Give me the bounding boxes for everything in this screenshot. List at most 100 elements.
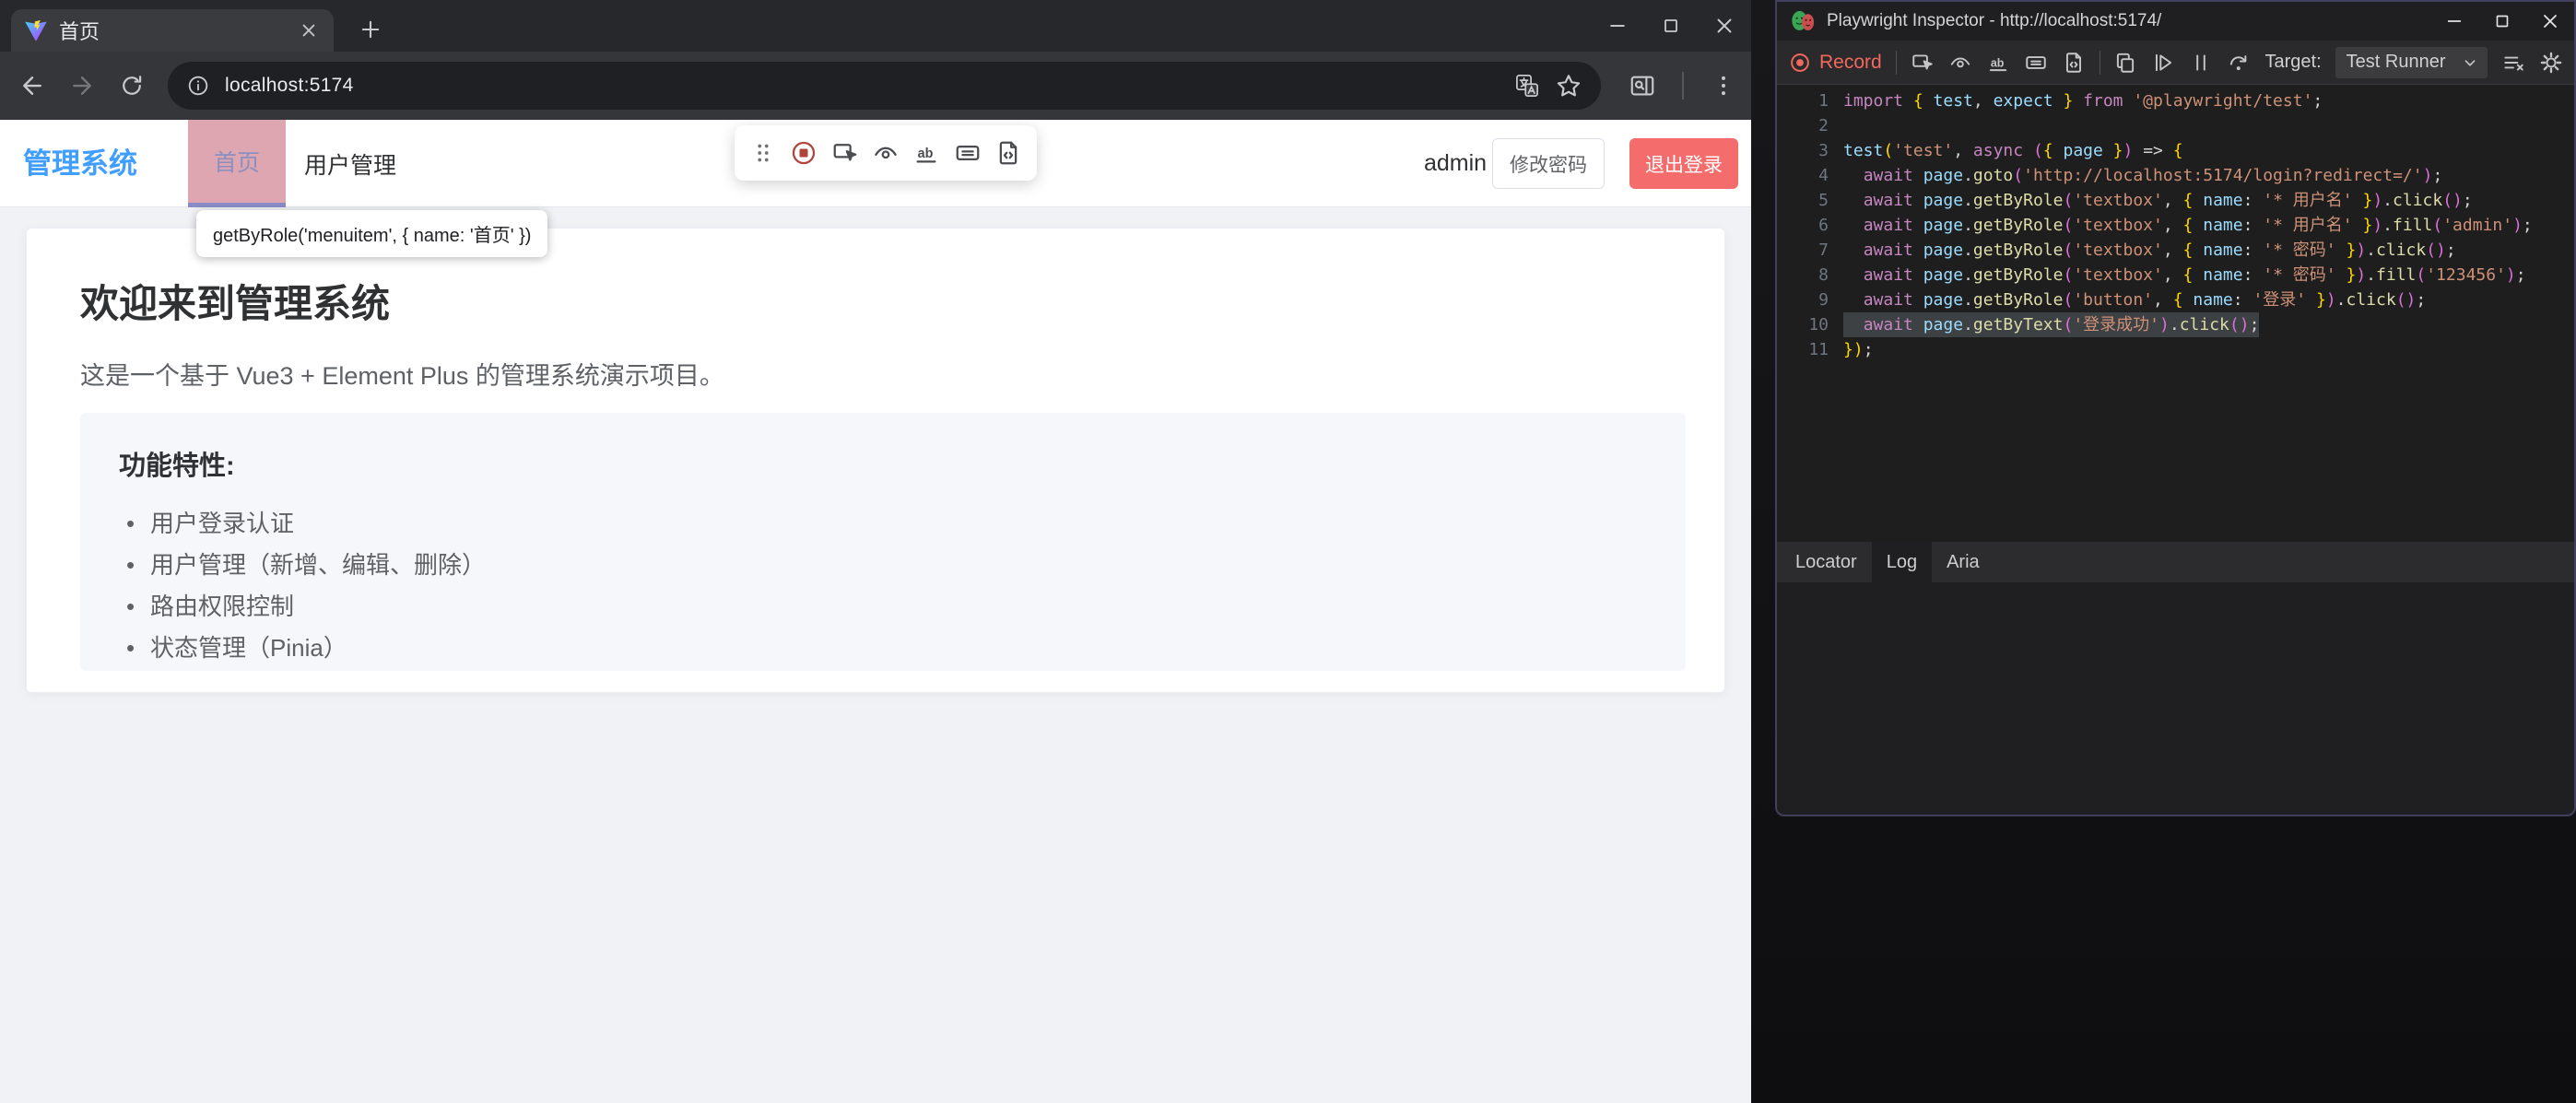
inspector-tab-locator[interactable]: Locator (1781, 542, 1872, 582)
toolbar-divider (1682, 72, 1684, 100)
back-icon[interactable] (7, 61, 57, 111)
browser-window-controls (1591, 0, 1751, 52)
inspector-toolbar: Record ab Target: Test Runner (1777, 41, 2574, 85)
inspector-tab-log[interactable]: Log (1871, 542, 1933, 582)
close-icon[interactable] (1698, 0, 1751, 52)
drag-handle-icon[interactable] (749, 139, 777, 167)
playwright-record-toolbar: ab (735, 125, 1037, 181)
code-line-8: 8 await page.getByRole('textbox', { name… (1777, 263, 2574, 287)
code-line-6: 6 await page.getByRole('textbox', { name… (1777, 213, 2574, 238)
copy-icon[interactable] (2113, 51, 2137, 75)
code-text: await page.goto('http://localhost:5174/l… (1863, 166, 2443, 185)
line-number: 4 (1818, 166, 1829, 185)
reload-icon[interactable] (107, 61, 157, 111)
inspector-tabs: Locator Log Aria (1777, 542, 2574, 582)
desktop: 首页 localhost:5174 管理系统 首页 用户管理 admin 修改密… (0, 0, 2576, 1103)
inspector-tab-aria[interactable]: Aria (1932, 542, 1994, 582)
web-page: 管理系统 首页 用户管理 admin 修改密码 退出登录 getByRole('… (0, 120, 1751, 1103)
inspector-window-controls (2430, 2, 2574, 41)
code-text: await page.getByRole('textbox', { name: … (1863, 191, 2473, 210)
assert-snapshot-icon[interactable] (994, 139, 1022, 167)
menu-item-home[interactable]: 首页 (188, 120, 286, 207)
inspector-minimize-icon[interactable] (2430, 2, 2478, 41)
code-text: await page.getByRole('textbox', { name: … (1863, 216, 2533, 235)
code-text: import { test, expect } from '@playwrigh… (1843, 91, 2323, 111)
line-number: 8 (1818, 265, 1829, 285)
feature-item: 用户登录认证 (119, 503, 1647, 545)
app-logo: 管理系统 (23, 147, 137, 180)
pick-locator-icon[interactable] (1911, 51, 1935, 75)
forward-icon[interactable] (57, 61, 107, 111)
line-number: 5 (1818, 191, 1829, 210)
code-text: await page.getByRole('textbox', { name: … (1863, 265, 2526, 285)
code-line-10: 10 await page.getByText('登录成功').click(); (1777, 312, 2574, 337)
vite-favicon-icon (24, 18, 48, 42)
tab-close-icon[interactable] (297, 18, 321, 42)
resume-icon[interactable] (2151, 51, 2175, 75)
assert-text-icon[interactable]: ab (1986, 51, 2010, 75)
browser-window: 首页 localhost:5174 管理系统 首页 用户管理 admin 修改密… (0, 0, 1751, 1103)
current-user: admin (1424, 150, 1488, 176)
assert-text-icon[interactable]: ab (912, 139, 940, 167)
features-box: 功能特性: 用户登录认证用户管理（新增、编辑、删除）路由权限控制状态管理（Pin… (80, 413, 1686, 671)
pause-icon[interactable] (2189, 51, 2213, 75)
minimize-icon[interactable] (1591, 0, 1644, 52)
feature-item: 路由权限控制 (119, 586, 1647, 628)
line-number: 2 (1818, 116, 1829, 135)
assert-value-icon[interactable] (2024, 51, 2048, 75)
side-panel-search-icon[interactable] (1617, 61, 1667, 111)
svg-text:ab: ab (918, 147, 934, 161)
maximize-icon[interactable] (1644, 0, 1698, 52)
line-number: 7 (1818, 241, 1829, 260)
code-text: test('test', async ({ page }) => { (1843, 141, 2183, 160)
code-line-1: 1 import { test, expect } from '@playwrig… (1777, 88, 2574, 113)
code-line-3: 3 test('test', async ({ page }) => { (1777, 138, 2574, 163)
clear-log-icon[interactable] (2501, 51, 2525, 75)
menu-item-home-label: 首页 (213, 150, 260, 176)
toolbar-divider (1895, 50, 1897, 75)
target-select-value: Test Runner (2346, 52, 2446, 72)
line-number: 6 (1818, 216, 1829, 235)
bookmark-star-icon[interactable] (1555, 72, 1582, 100)
pick-locator-icon[interactable] (831, 139, 859, 167)
code-text: await page.getByRole('textbox', { name: … (1863, 241, 2456, 260)
line-number: 9 (1818, 290, 1829, 310)
feature-item: 状态管理（Pinia） (119, 628, 1647, 669)
code-line-4: 4 await page.goto('http://localhost:5174… (1777, 163, 2574, 188)
record-icon[interactable] (790, 139, 817, 167)
features-title: 功能特性: (119, 452, 235, 481)
menu-item-users[interactable]: 用户管理 (304, 120, 396, 207)
record-icon (1788, 51, 1812, 75)
line-number: 11 (1808, 340, 1829, 359)
assert-visibility-icon[interactable] (1948, 51, 1972, 75)
inspector-maximize-icon[interactable] (2478, 2, 2526, 41)
code-line-7: 7 await page.getByRole('textbox', { name… (1777, 238, 2574, 263)
step-over-icon[interactable] (2227, 51, 2251, 75)
gear-icon[interactable] (2539, 51, 2563, 75)
browser-menu-icon[interactable] (1699, 61, 1748, 111)
assert-value-icon[interactable] (954, 139, 982, 167)
welcome-card: 欢迎来到管理系统 这是一个基于 Vue3 + Element Plus 的管理系… (26, 228, 1725, 693)
inspector-title: Playwright Inspector - http://localhost:… (1827, 11, 2162, 30)
logout-label: 退出登录 (1645, 154, 1723, 176)
inspector-close-icon[interactable] (2526, 2, 2574, 41)
target-select[interactable]: Test Runner (2335, 46, 2488, 78)
record-button[interactable]: Record (1788, 51, 1882, 75)
browser-tab[interactable]: 首页 (11, 9, 334, 52)
site-info-icon[interactable] (186, 74, 210, 98)
assert-visibility-icon[interactable] (872, 139, 900, 167)
assert-snapshot-icon[interactable] (2062, 51, 2086, 75)
code-line-2: 2 (1777, 113, 2574, 138)
generated-test-code[interactable]: 1 import { test, expect } from '@playwrig… (1777, 85, 2574, 542)
line-number: 3 (1818, 141, 1829, 160)
translate-icon[interactable] (1514, 73, 1540, 99)
inspector-log-panel (1777, 582, 2574, 815)
new-tab-button[interactable] (352, 11, 389, 48)
url-bar[interactable]: localhost:5174 (168, 62, 1601, 110)
change-password-button[interactable]: 修改密码 (1492, 138, 1605, 189)
logout-button[interactable]: 退出登录 (1629, 138, 1738, 189)
playwright-locator-tooltip: getByRole('menuitem', { name: '首页' }) (196, 210, 548, 257)
code-text: }); (1843, 340, 1874, 359)
url-text[interactable]: localhost:5174 (225, 75, 1500, 97)
code-line-5: 5 await page.getByRole('textbox', { name… (1777, 188, 2574, 213)
